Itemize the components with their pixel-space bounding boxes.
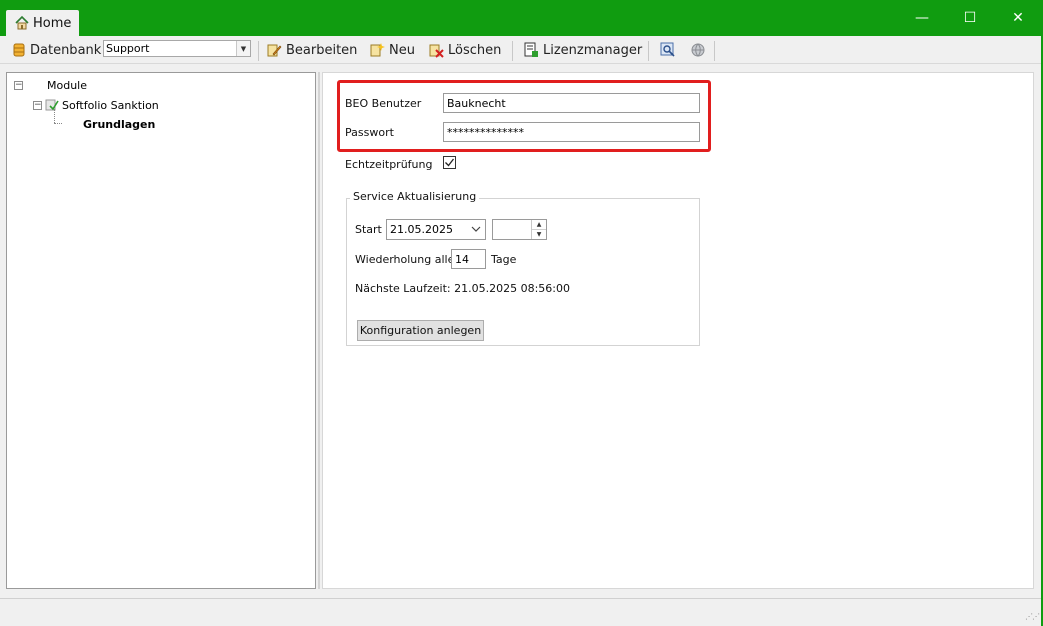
service-group-title: Service Aktualisierung bbox=[350, 190, 480, 203]
toolbar-divider bbox=[714, 41, 715, 61]
edit-button[interactable]: Bearbeiten bbox=[266, 41, 357, 59]
create-config-button[interactable]: Konfiguration anlegen bbox=[357, 320, 484, 341]
title-bar bbox=[0, 0, 1043, 36]
tree-node-grundlagen[interactable]: Grundlagen bbox=[83, 118, 155, 131]
settings-search-icon bbox=[660, 42, 675, 57]
chevron-down-icon[interactable] bbox=[471, 226, 481, 233]
realtime-check-label: Echtzeitprüfung bbox=[345, 158, 433, 171]
globe-icon bbox=[691, 43, 705, 57]
tree-connector bbox=[54, 123, 62, 125]
module-tree: − Module − Softfolio Sanktion Grundlagen bbox=[6, 72, 316, 589]
toolbar-divider bbox=[258, 41, 259, 61]
tab-home-label: Home bbox=[33, 15, 72, 31]
delete-button[interactable]: Löschen bbox=[428, 41, 501, 59]
new-button[interactable]: Neu bbox=[369, 41, 415, 59]
globe-button[interactable] bbox=[690, 41, 710, 59]
license-icon bbox=[524, 42, 538, 57]
spin-up-icon[interactable]: ▲ bbox=[532, 220, 546, 230]
license-manager-label: Lizenzmanager bbox=[543, 42, 643, 58]
collapse-icon[interactable]: − bbox=[14, 81, 23, 90]
toolbar: Datenbank Support ▼ Bearbeiten Neu Lösch… bbox=[0, 36, 1043, 64]
beo-user-input[interactable]: Bauknecht bbox=[443, 93, 700, 113]
minimize-button[interactable]: — bbox=[907, 8, 937, 28]
tree-node-module[interactable]: − Module bbox=[14, 79, 87, 92]
database-label-group: Datenbank bbox=[12, 41, 101, 59]
license-manager-button[interactable]: Lizenzmanager bbox=[523, 41, 642, 59]
module-check-icon bbox=[45, 99, 59, 111]
database-icon bbox=[13, 43, 25, 57]
panel-splitter[interactable] bbox=[318, 72, 320, 589]
tree-node-label: Module bbox=[47, 79, 87, 92]
repeat-label: Wiederholung alle: bbox=[355, 253, 459, 266]
database-select-value: Support bbox=[106, 42, 150, 55]
tree-node-label: Softfolio Sanktion bbox=[62, 98, 159, 112]
collapse-icon[interactable]: − bbox=[33, 100, 42, 110]
spin-down-icon[interactable]: ▼ bbox=[532, 230, 546, 239]
realtime-checkbox[interactable] bbox=[443, 156, 456, 169]
home-icon bbox=[15, 15, 29, 30]
toolbar-divider bbox=[512, 41, 513, 61]
toolbar-divider bbox=[648, 41, 649, 61]
edit-icon bbox=[267, 44, 282, 57]
password-label: Passwort bbox=[345, 126, 394, 139]
new-button-label: Neu bbox=[389, 42, 415, 58]
next-run-text: Nächste Laufzeit: 21.05.2025 08:56:00 bbox=[355, 282, 571, 295]
start-date-picker[interactable]: 21.05.2025 bbox=[386, 219, 486, 240]
checkmark-icon bbox=[445, 158, 455, 167]
delete-icon bbox=[429, 44, 444, 58]
status-bar bbox=[0, 598, 1043, 626]
database-select[interactable]: Support ▼ bbox=[103, 40, 251, 57]
chevron-down-icon[interactable]: ▼ bbox=[236, 41, 250, 56]
start-label: Start bbox=[355, 223, 382, 236]
delete-button-label: Löschen bbox=[448, 42, 502, 58]
resize-grip-icon[interactable]: ⋰⋰ bbox=[1025, 612, 1040, 621]
tree-node-softfolio[interactable]: − Softfolio Sanktion bbox=[33, 98, 159, 112]
close-button[interactable]: ✕ bbox=[1003, 8, 1033, 28]
settings-button[interactable] bbox=[660, 41, 680, 59]
repeat-unit-label: Tage bbox=[491, 253, 517, 266]
start-time-spinner[interactable]: ▲ ▼ bbox=[492, 219, 547, 240]
edit-button-label: Bearbeiten bbox=[286, 42, 358, 58]
repeat-input[interactable]: 14 bbox=[451, 249, 486, 269]
new-icon bbox=[370, 43, 385, 57]
database-label: Datenbank bbox=[30, 42, 102, 58]
tab-home[interactable]: Home bbox=[6, 10, 79, 36]
tree-node-label: Grundlagen bbox=[83, 118, 156, 131]
beo-user-label: BEO Benutzer bbox=[345, 97, 422, 110]
maximize-button[interactable]: ☐ bbox=[955, 8, 985, 28]
tree-connector bbox=[54, 109, 56, 123]
start-date-value: 21.05.2025 bbox=[390, 223, 453, 236]
password-input[interactable]: ************** bbox=[443, 122, 700, 142]
